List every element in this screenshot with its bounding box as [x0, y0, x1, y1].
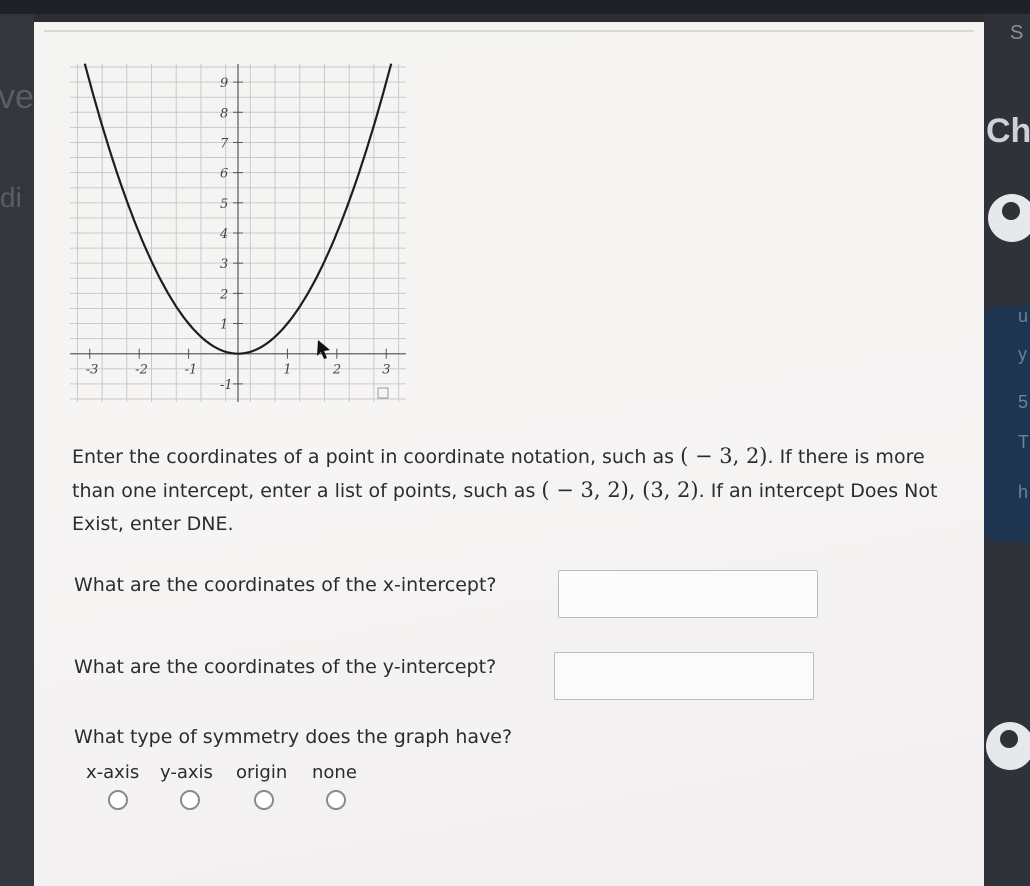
left-background-page: ve di [0, 14, 34, 886]
avatar-icon[interactable] [988, 194, 1030, 242]
instructions-part-1: Enter the coordinates of a point in coor… [72, 446, 681, 468]
right-fragment-ch: Ch [986, 112, 1030, 150]
y-tick-label: 2 [219, 287, 228, 302]
right-fragment-top: S [1010, 22, 1024, 44]
search-icon [377, 387, 389, 399]
option-origin-label[interactable]: origin [236, 762, 287, 783]
y-intercept-question: What are the coordinates of the y-interc… [74, 656, 497, 678]
left-fragment-2: di [0, 182, 22, 213]
browser-top-bar [0, 0, 1030, 14]
x-tick-label: 1 [283, 363, 291, 378]
example-points-list: ( − 3, 2), (3, 2) [541, 478, 699, 502]
y-tick-label: 4 [219, 227, 228, 242]
x-tick-label: -1 [185, 363, 198, 378]
avatar-icon-2[interactable] [986, 722, 1030, 770]
x-tick-label: -3 [86, 363, 99, 378]
radio-none[interactable] [326, 790, 346, 810]
right-background-page: S Ch uy5Th [984, 14, 1030, 886]
blue-card: uy5Th [984, 306, 1030, 542]
y-tick-label: 9 [220, 76, 228, 91]
example-point: ( − 3, 2) [680, 444, 768, 468]
x-tick-label: 2 [332, 363, 341, 378]
panel-divider [44, 30, 974, 32]
radio-y-axis[interactable] [180, 790, 200, 810]
y-tick-label: 7 [220, 136, 229, 151]
x-tick-label: 3 [382, 363, 390, 378]
cursor-icon [317, 340, 330, 359]
x-intercept-question: What are the coordinates of the x-interc… [74, 574, 497, 596]
option-y-axis-label[interactable]: y-axis [160, 762, 213, 783]
y-tick-labels: 9 8 7 6 5 4 3 2 1 -1 [219, 76, 243, 393]
y-tick-label: 8 [220, 106, 228, 121]
x-intercept-input[interactable] [558, 570, 818, 618]
question-panel: -3 -2 -1 1 2 3 9 8 7 6 5 4 3 2 1 -1 Enter the coordina… [34, 22, 984, 886]
y-tick-label: -1 [220, 378, 233, 393]
y-tick-label: 6 [220, 167, 228, 182]
left-fragment-1: ve [0, 78, 34, 116]
parabola-graph: -3 -2 -1 1 2 3 9 8 7 6 5 4 3 2 1 -1 [70, 63, 406, 402]
symmetry-question: What type of symmetry does the graph hav… [74, 726, 513, 748]
y-tick-label: 1 [220, 318, 228, 333]
y-tick-label: 3 [220, 257, 228, 272]
instructions-text: Enter the coordinates of a point in coor… [72, 440, 972, 541]
x-tick-label: -2 [135, 363, 148, 378]
radio-origin[interactable] [254, 790, 274, 810]
y-tick-label: 5 [220, 197, 228, 212]
option-none-label[interactable]: none [312, 762, 357, 783]
option-x-axis-label[interactable]: x-axis [86, 762, 139, 783]
radio-x-axis[interactable] [108, 790, 128, 810]
y-intercept-input[interactable] [554, 652, 814, 700]
